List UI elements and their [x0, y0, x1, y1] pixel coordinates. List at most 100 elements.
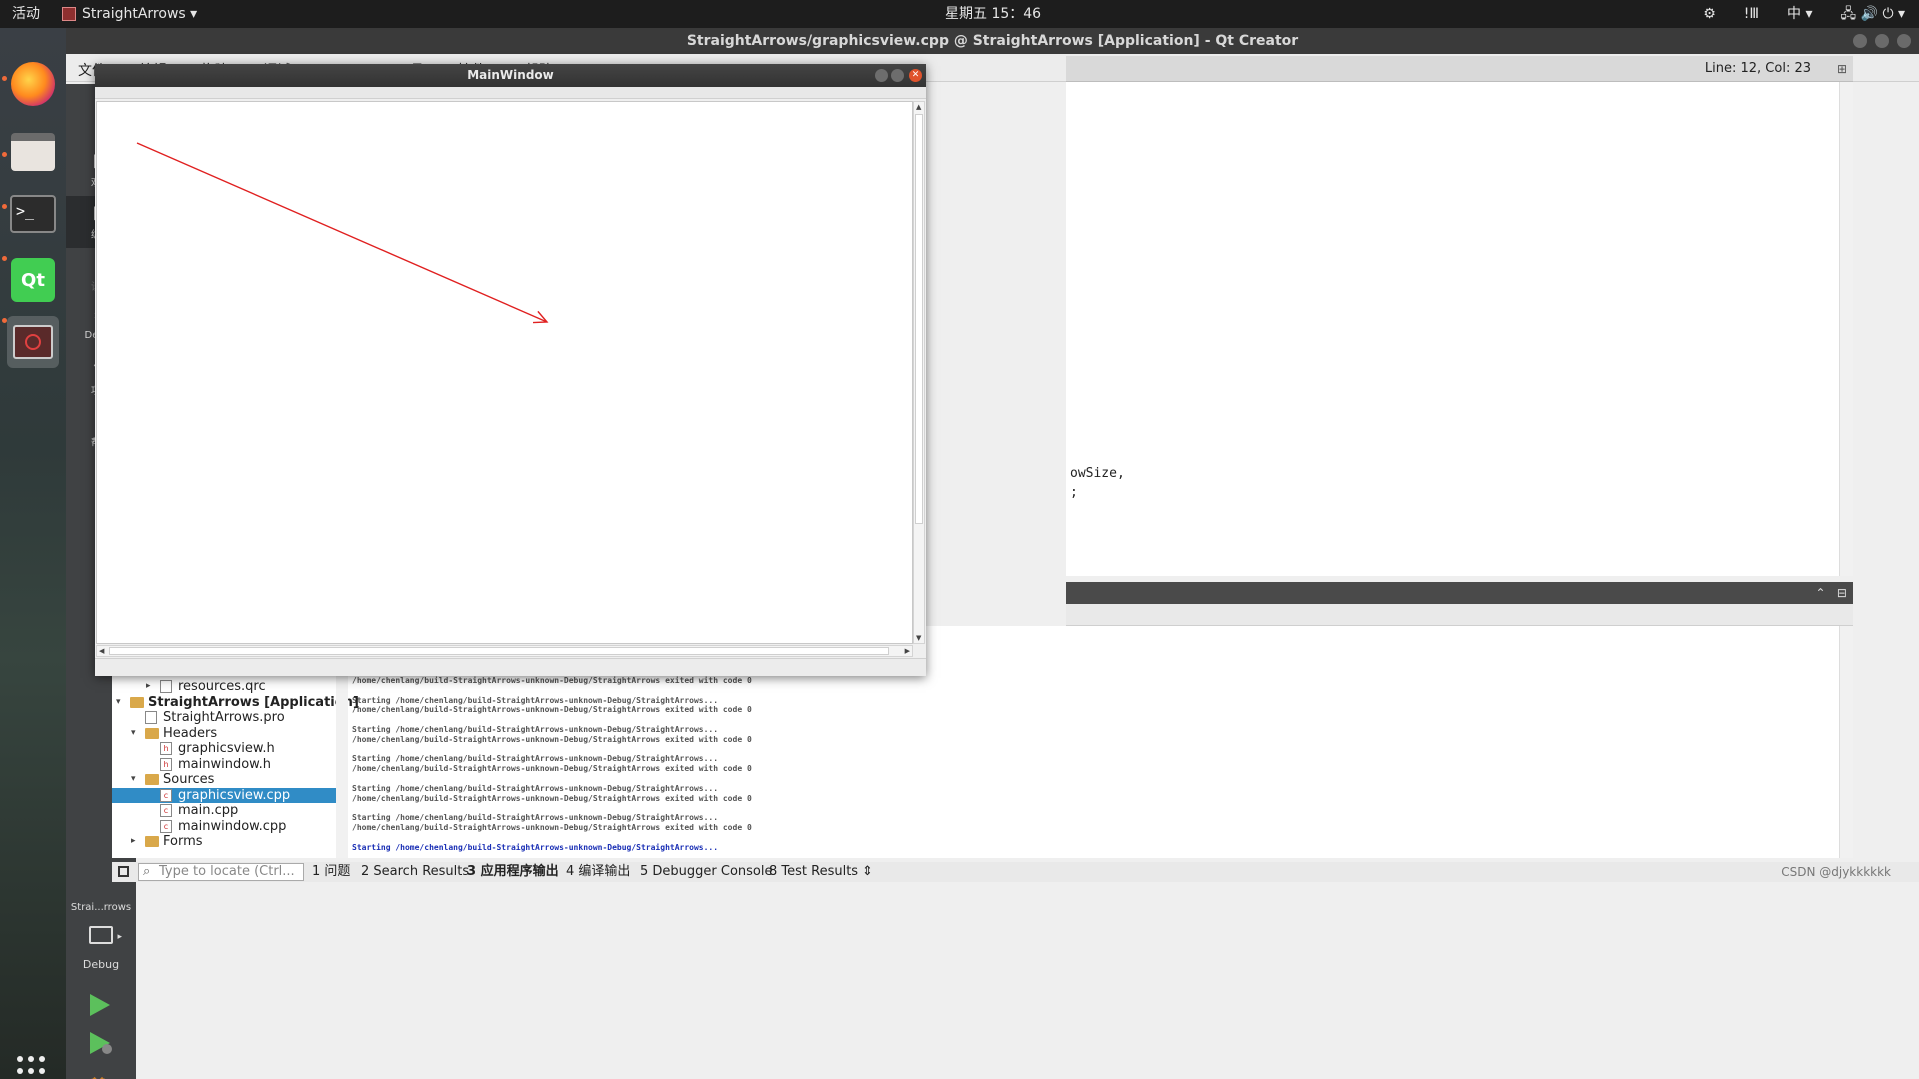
- output-line: Starting /home/chenlang/build-StraightAr…: [352, 695, 719, 705]
- straightarrows-app-icon[interactable]: [7, 316, 59, 368]
- tree-item-label: Sources: [163, 772, 215, 787]
- app-menu-label: StraightArrows ▾: [82, 6, 198, 22]
- tray-status-icons[interactable]: 🖧 🔊 ⏻ ▾: [1841, 0, 1906, 28]
- tree-item[interactable]: ▸ resources.qrc: [112, 679, 336, 695]
- scroll-thumb[interactable]: [109, 647, 889, 655]
- code-line: owSize,: [1070, 466, 1125, 481]
- split-icon[interactable]: ⊞: [1837, 56, 1847, 82]
- chevron-down-icon[interactable]: ▾: [131, 726, 136, 742]
- app-menu-icon: [62, 7, 76, 21]
- chevron-right-icon[interactable]: ▸: [146, 679, 151, 695]
- mainwindow-app: MainWindow ✕ ▲ ▼ ◀ ▶: [95, 64, 926, 676]
- close-icon[interactable]: [1897, 34, 1911, 48]
- tree-item[interactable]: ▸ Forms: [112, 834, 336, 850]
- graphics-view-vscrollbar[interactable]: ▲ ▼: [913, 101, 925, 644]
- close-icon[interactable]: ✕: [909, 69, 922, 82]
- output-tab[interactable]: 3 应用程序输出: [467, 862, 559, 882]
- chevron-down-icon[interactable]: ▾: [116, 695, 121, 711]
- tree-item[interactable]: ▾ Sources: [112, 772, 336, 788]
- toggle-sidebar-icon[interactable]: [118, 866, 129, 877]
- activities-button[interactable]: 活动: [12, 0, 40, 28]
- source-file-icon: c: [160, 804, 172, 817]
- tree-item-label: graphicsview.h: [178, 741, 275, 756]
- header-file-icon: h: [160, 742, 172, 755]
- tree-item-label: StraightArrows.pro: [163, 710, 285, 725]
- tree-item[interactable]: StraightArrows.pro: [112, 710, 336, 726]
- tray-input-icon[interactable]: !Ⅲ: [1744, 0, 1759, 28]
- run-button[interactable]: [90, 994, 110, 1016]
- tree-item[interactable]: c main.cpp: [112, 803, 336, 819]
- running-indicator: [2, 318, 7, 323]
- terminal-icon[interactable]: >_: [7, 188, 59, 240]
- system-tray[interactable]: ⚙ !Ⅲ 中 ▾ 🖧 🔊 ⏻ ▾: [1703, 0, 1905, 28]
- scroll-left-icon[interactable]: ◀: [99, 646, 104, 656]
- dock: >_ Qt: [0, 28, 66, 1079]
- tray-settings-icon[interactable]: ⚙: [1703, 0, 1716, 28]
- output-tab[interactable]: 2 Search Results: [361, 862, 469, 882]
- file-icon: [160, 680, 172, 693]
- scroll-thumb[interactable]: [915, 114, 923, 524]
- scroll-down-icon[interactable]: ▼: [916, 634, 921, 642]
- minimize-icon[interactable]: [1853, 34, 1867, 48]
- scroll-right-icon[interactable]: ▶: [905, 646, 910, 656]
- graphics-view[interactable]: [96, 101, 913, 644]
- app-menu[interactable]: StraightArrows ▾: [62, 0, 197, 28]
- running-indicator: [2, 204, 7, 209]
- tree-item[interactable]: c graphicsview.cpp: [112, 787, 336, 803]
- output-scrollbar[interactable]: [1839, 626, 1853, 858]
- cursor-position[interactable]: Line: 12, Col: 23: [1705, 56, 1811, 82]
- editor-scrollbar[interactable]: [1839, 82, 1853, 576]
- chevron-down-icon[interactable]: ▾: [131, 772, 136, 788]
- mainwindow-titlebar[interactable]: MainWindow ✕: [95, 64, 926, 87]
- folder-icon: [145, 727, 159, 739]
- qt-creator-icon[interactable]: Qt: [7, 254, 59, 306]
- project-tree-scrollbar[interactable]: [336, 672, 348, 858]
- show-applications-icon[interactable]: [17, 1056, 49, 1079]
- output-line: Starting /home/chenlang/build-StraightAr…: [352, 842, 719, 852]
- output-tab[interactable]: 5 Debugger Console: [640, 862, 773, 882]
- output-tab[interactable]: 1 问题: [312, 862, 350, 882]
- scroll-up-icon[interactable]: ▲: [916, 103, 921, 111]
- qt-creator-titlebar[interactable]: StraightArrows/graphicsview.cpp @ Straig…: [66, 28, 1919, 54]
- status-bar: ⌕ Type to locate (Ctrl... 1 问题 2 Search R…: [112, 862, 1919, 882]
- more-tabs-icon[interactable]: ⇕: [862, 862, 873, 882]
- source-file-icon: c: [160, 819, 172, 833]
- build-hammer-icon[interactable]: ⚒: [88, 1074, 114, 1079]
- output-tab[interactable]: 4 编译输出: [566, 862, 630, 882]
- mainwindow-title: MainWindow: [467, 68, 554, 82]
- tree-item-label: mainwindow.cpp: [178, 818, 287, 834]
- folder-icon: [145, 836, 159, 847]
- tree-item[interactable]: h graphicsview.h: [112, 741, 336, 757]
- tree-item-label: graphicsview.cpp: [178, 787, 291, 803]
- output-line: Starting /home/chenlang/build-StraightAr…: [352, 813, 719, 823]
- clock[interactable]: 星期五 15：46: [945, 0, 1041, 28]
- watermark: CSDN @djykkkkkk: [1781, 865, 1891, 879]
- output-pane-header: ⌃ ⊟: [1066, 582, 1853, 604]
- tree-item[interactable]: h mainwindow.h: [112, 757, 336, 773]
- search-icon: ⌕: [143, 864, 151, 879]
- folder-icon: [145, 774, 159, 785]
- minimize-icon[interactable]: [875, 69, 888, 82]
- chevron-right-icon[interactable]: ▸: [131, 834, 136, 850]
- running-indicator: [2, 152, 7, 157]
- output-line: Starting /home/chenlang/build-StraightAr…: [352, 754, 719, 764]
- output-line: Starting /home/chenlang/build-StraightAr…: [352, 725, 719, 734]
- output-pane-controls[interactable]: ⌃ ⊟: [1815, 582, 1847, 604]
- tree-item[interactable]: ▾ StraightArrows [Application]: [112, 695, 359, 711]
- window-controls: [1853, 34, 1911, 48]
- graphics-view-hscrollbar[interactable]: ◀ ▶: [96, 645, 913, 657]
- locator-input[interactable]: ⌕ Type to locate (Ctrl...: [138, 863, 304, 881]
- files-icon[interactable]: [7, 126, 59, 178]
- kit-selector[interactable]: ▸: [84, 922, 122, 956]
- output-line: /home/chenlang/build-StraightArrows-unkn…: [352, 764, 752, 774]
- tree-item[interactable]: c mainwindow.cpp: [112, 819, 336, 835]
- arrow-canvas: [136, 142, 549, 324]
- tray-input-method[interactable]: 中 ▾: [1787, 0, 1812, 28]
- firefox-icon[interactable]: [7, 58, 59, 110]
- maximize-icon[interactable]: [1875, 34, 1889, 48]
- tree-item[interactable]: ▾ Headers: [112, 726, 336, 742]
- arrow-line: [136, 142, 548, 323]
- code-editor[interactable]: owSize, ;: [1066, 82, 1853, 576]
- output-tab[interactable]: 8 Test Results: [769, 862, 858, 882]
- maximize-icon[interactable]: [891, 69, 904, 82]
